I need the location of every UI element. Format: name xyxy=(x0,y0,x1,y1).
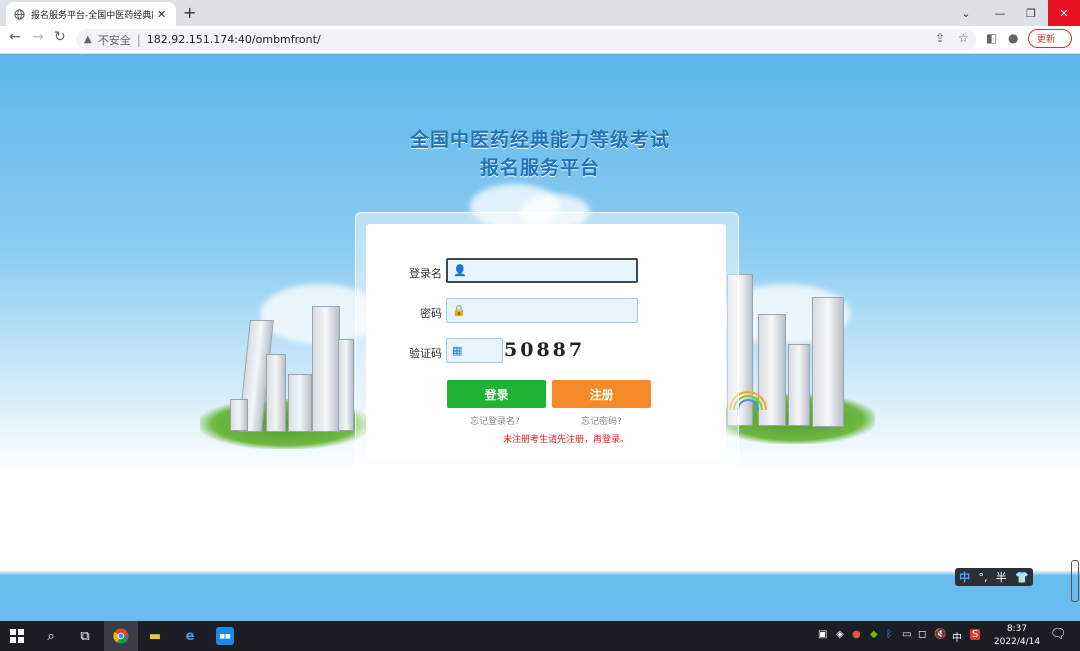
side-panel-icon[interactable]: ◧ xyxy=(986,31,997,45)
ime-skin-icon[interactable]: 👕 xyxy=(1015,571,1029,584)
clock-date: 2022/4/14 xyxy=(993,637,1041,647)
back-arrow-icon[interactable]: ← xyxy=(9,29,21,45)
profile-icon[interactable]: ● xyxy=(1008,31,1018,45)
tray-icon-shield[interactable]: ◈ xyxy=(836,629,844,640)
tray-icon-nvidia[interactable]: ◆ xyxy=(870,629,878,640)
tray-icon-battery[interactable]: ▭ xyxy=(902,629,911,640)
captcha-image[interactable]: 50887 xyxy=(504,339,585,361)
password-label: 密码 xyxy=(420,307,442,320)
register-notice: 未注册考生请先注册，再登录。 xyxy=(503,435,630,445)
lock-icon: 🔒 xyxy=(452,304,466,317)
insecure-label: 不安全 xyxy=(97,33,131,47)
username-input[interactable]: 👤 xyxy=(446,258,638,283)
windows-start-icon[interactable] xyxy=(8,627,26,645)
tray-icon-app[interactable]: ● xyxy=(852,629,861,640)
app-icon[interactable]: ■■ xyxy=(216,627,234,645)
share-icon[interactable]: ⇪ xyxy=(935,31,945,45)
ime-punctuation[interactable]: °, xyxy=(978,571,987,584)
internet-explorer-icon[interactable]: e xyxy=(181,627,199,645)
close-window-button[interactable]: ✕ xyxy=(1048,0,1080,26)
tray-icon-sogou[interactable]: S xyxy=(970,629,981,640)
forward-arrow-icon[interactable]: → xyxy=(32,29,44,45)
site-title-line1: 全国中医药经典能力等级考试 xyxy=(409,129,670,151)
separator: | xyxy=(136,32,141,47)
password-input[interactable]: 🔒 xyxy=(446,298,638,323)
volume-muted-icon[interactable]: 🔇 xyxy=(934,629,946,640)
login-button[interactable]: 登录 xyxy=(447,380,546,408)
forgot-password-link[interactable]: 忘记密码? xyxy=(581,414,622,427)
captcha-label: 验证码 xyxy=(409,347,442,360)
tray-icon-wps[interactable]: ▣ xyxy=(818,629,827,640)
new-tab-button[interactable]: + xyxy=(183,3,196,22)
browser-tab-strip: 报名服务平台-全国中医药经典能 ✕ + ⌄ — ❐ ✕ xyxy=(0,0,1080,26)
restore-button[interactable]: ❐ xyxy=(1014,0,1048,26)
windows-taskbar: ⌕ ⧉ ▬ e ■■ ▣ ◈ ● ◆ ᛒ ▭ ◻ 🔇 中 S 8:37 2022… xyxy=(0,621,1080,651)
globe-icon xyxy=(14,8,25,20)
notification-icon[interactable]: 🗨 xyxy=(1050,627,1067,642)
ime-chinese-mode[interactable]: 中 xyxy=(959,569,970,585)
forgot-username-link[interactable]: 忘记登录名? xyxy=(470,414,520,427)
tab-close-icon[interactable]: ✕ xyxy=(157,8,166,21)
url-text[interactable]: 182.92.151.174:40/ombmfront/ xyxy=(147,33,321,46)
login-button-label: 登录 xyxy=(484,387,509,402)
browser-tab[interactable]: 报名服务平台-全国中医药经典能 ✕ xyxy=(6,2,176,26)
task-view-icon[interactable]: ⧉ xyxy=(76,627,94,645)
username-label: 登录名 xyxy=(409,267,442,280)
user-icon: 👤 xyxy=(453,264,467,277)
register-button[interactable]: 注册 xyxy=(552,380,651,408)
ime-half-width[interactable]: 半 xyxy=(996,569,1007,585)
tab-search-chevron-icon[interactable]: ⌄ xyxy=(949,0,983,26)
ime-status-bar[interactable]: 中 °, 半 👕 xyxy=(955,568,1033,586)
bookmark-star-icon[interactable]: ☆ xyxy=(958,31,969,45)
network-icon[interactable]: ◻ xyxy=(918,629,926,640)
warning-icon: ▲ xyxy=(84,34,92,45)
captcha-input[interactable]: ▦ xyxy=(446,338,503,363)
system-clock[interactable]: 8:37 2022/4/14 xyxy=(992,623,1042,649)
update-button[interactable]: 更新 xyxy=(1028,29,1072,48)
reload-icon[interactable]: ↻ xyxy=(54,29,66,45)
chrome-icon[interactable] xyxy=(112,627,130,645)
register-button-label: 注册 xyxy=(589,387,614,402)
qr-code-icon: ▦ xyxy=(452,344,463,357)
scroll-indicator[interactable] xyxy=(1071,560,1079,602)
clock-time: 8:37 xyxy=(1006,624,1028,634)
site-title-line2: 报名服务平台 xyxy=(479,157,600,179)
address-bar-row: ← → ↻ ▲ 不安全 | 182.92.151.174:40/ombmfron… xyxy=(0,26,1080,70)
minimize-button[interactable]: — xyxy=(983,0,1017,26)
search-icon[interactable]: ⌕ xyxy=(42,627,60,645)
update-label: 更新 xyxy=(1037,35,1056,45)
tab-title: 报名服务平台-全国中医药经典能 xyxy=(31,10,153,21)
bluetooth-icon[interactable]: ᛒ xyxy=(886,629,892,640)
file-explorer-icon[interactable]: ▬ xyxy=(146,627,164,645)
input-method-indicator[interactable]: 中 xyxy=(952,629,962,644)
address-bar[interactable]: ▲ 不安全 | 182.92.151.174:40/ombmfront/ xyxy=(76,29,976,50)
